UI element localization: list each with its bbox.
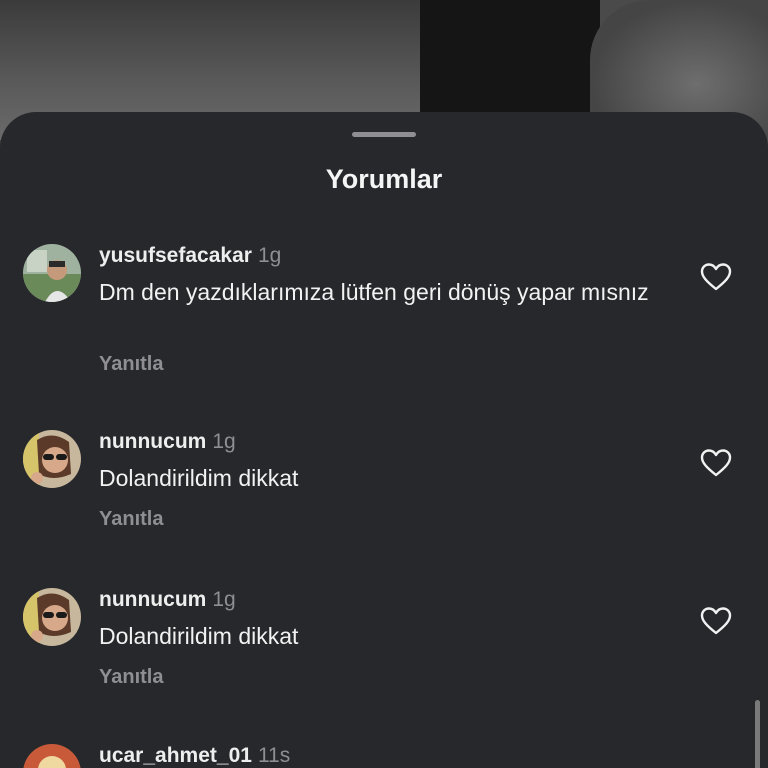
timestamp: 11s xyxy=(257,744,291,767)
heart-outline-icon[interactable] xyxy=(700,262,732,292)
heart-outline-icon[interactable] xyxy=(700,606,732,636)
username[interactable]: nunnucum xyxy=(99,588,206,611)
heart-outline-icon[interactable] xyxy=(700,448,732,478)
drag-handle[interactable] xyxy=(352,132,416,137)
timestamp: 1g xyxy=(212,588,236,611)
comment-item: nunnucum 1g Dolandirildim dikkat Yanıtla xyxy=(0,430,768,540)
avatar[interactable] xyxy=(23,244,81,302)
username[interactable]: nunnucum xyxy=(99,430,206,453)
comment-header: yusufsefacakar 1g xyxy=(99,244,281,268)
username[interactable]: ucar_ahmet_01 xyxy=(99,744,252,767)
sheet-title: Yorumlar xyxy=(325,164,443,194)
comment-text: Dm den yazdıklarımıza lütfen geri dönüş … xyxy=(99,279,649,305)
username[interactable]: yusufsefacakar xyxy=(99,244,252,267)
comment-header: ucar_ahmet_01 11s xyxy=(99,744,290,768)
avatar[interactable] xyxy=(23,744,81,768)
comment-header: nunnucum 1g xyxy=(99,430,236,454)
comment-header: nunnucum 1g xyxy=(99,588,236,612)
comment-text: Dolandirildim dikkat xyxy=(99,623,299,649)
comment-item: nunnucum 1g Dolandirildim dikkat Yanıtla xyxy=(0,588,768,698)
avatar[interactable] xyxy=(23,430,81,488)
reply-button[interactable]: Yanıtla xyxy=(99,353,163,376)
timestamp: 1g xyxy=(212,430,236,453)
scrollbar[interactable] xyxy=(755,700,760,768)
comments-sheet: Yorumlar yusufsefacakar 1g Dm den yazdıkl… xyxy=(0,112,768,768)
reply-button[interactable]: Yanıtla xyxy=(99,666,163,689)
comment-item: ucar_ahmet_01 11s xyxy=(0,744,768,768)
avatar[interactable] xyxy=(23,588,81,646)
comment-text: Dolandirildim dikkat xyxy=(99,465,299,491)
timestamp: 1g xyxy=(257,244,282,267)
comment-item: yusufsefacakar 1g Dm den yazdıklarımıza l… xyxy=(0,244,768,384)
reply-button[interactable]: Yanıtla xyxy=(99,508,163,531)
